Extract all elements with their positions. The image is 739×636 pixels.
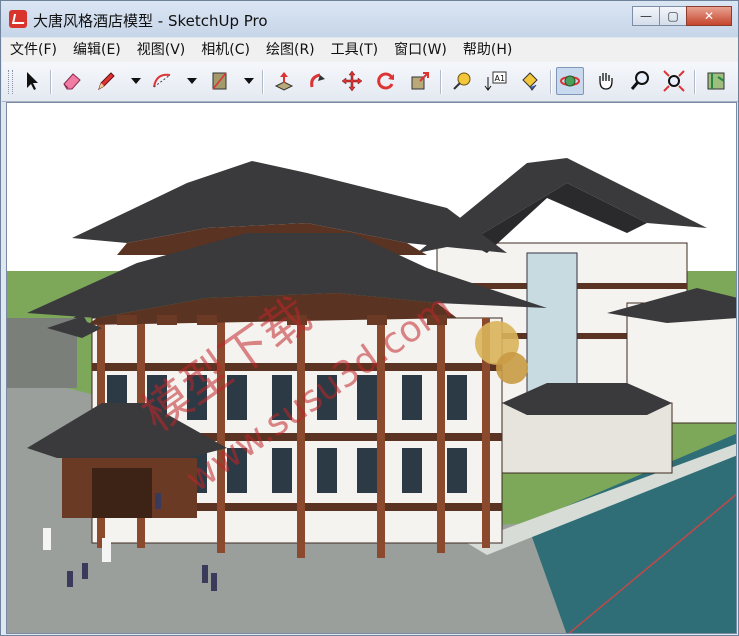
toolbar-grip[interactable] [8, 70, 13, 94]
paint-bucket-icon [522, 72, 538, 91]
toolbar-separator [694, 70, 696, 94]
window-title: 大唐风格酒店模型 - SketchUp Pro [33, 12, 268, 30]
scale-tool-button[interactable] [406, 67, 434, 95]
arrow-cursor-icon [27, 72, 38, 90]
glass-atrium [526, 252, 578, 404]
magnifier-icon [630, 71, 649, 90]
rotate-tool-button[interactable] [372, 67, 400, 95]
title-bar[interactable]: 大唐风格酒店模型 - SketchUp Pro — ▢ ✕ [1, 1, 738, 37]
sketchup-window: 大唐风格酒店模型 - SketchUp Pro — ▢ ✕ 文件(F) 编辑(E… [0, 0, 739, 636]
move-icon [341, 70, 363, 92]
rectangle-dropdown-icon[interactable] [244, 78, 254, 84]
toolbar-separator [440, 70, 442, 94]
rectangle-icon [212, 72, 227, 90]
push-pull-icon [274, 72, 294, 91]
maximize-button[interactable]: ▢ [659, 6, 687, 26]
arc-tool-button[interactable] [148, 67, 176, 95]
close-button[interactable]: ✕ [686, 6, 732, 26]
orbit-icon [560, 75, 580, 87]
components-tool-button[interactable] [702, 67, 730, 95]
paint-bucket-tool-button[interactable] [516, 67, 544, 95]
components-icon [707, 72, 725, 90]
zoom-extents-icon [663, 70, 685, 92]
menu-tools[interactable]: 工具(T) [323, 38, 386, 62]
menu-window[interactable]: 窗口(W) [386, 38, 455, 62]
model-viewport[interactable]: 模型下载 www.susu3d.com [6, 102, 737, 634]
eraser-icon [63, 73, 81, 90]
menu-help[interactable]: 帮助(H) [455, 38, 520, 62]
eraser-tool-button[interactable] [58, 67, 86, 95]
menu-view[interactable]: 视图(V) [129, 38, 194, 62]
hand-icon [599, 73, 613, 90]
zoom-extents-tool-button[interactable] [660, 67, 688, 95]
pencil-icon [98, 72, 115, 91]
tape-measure-tool-button[interactable] [448, 67, 476, 95]
move-tool-button[interactable] [338, 67, 366, 95]
zoom-tool-button[interactable] [626, 67, 654, 95]
main-toolbar: A1 [2, 62, 738, 102]
dimension-tool-button[interactable]: A1 [482, 67, 510, 95]
hotel-model-render: 模型下载 www.susu3d.com [7, 103, 736, 633]
scale-icon [411, 72, 429, 90]
menu-camera[interactable]: 相机(C) [193, 38, 258, 62]
follow-me-tool-button[interactable] [304, 67, 332, 95]
rectangle-tool-button[interactable] [206, 67, 234, 95]
arc-icon [153, 73, 171, 88]
follow-me-icon [310, 73, 325, 88]
sketchup-logo-icon [9, 10, 27, 28]
orbit-tool-button[interactable] [556, 67, 584, 95]
pan-tool-button[interactable] [592, 67, 620, 95]
minimize-button[interactable]: — [632, 6, 660, 26]
menu-file[interactable]: 文件(F) [2, 38, 65, 62]
window-controls: — ▢ ✕ [632, 6, 732, 28]
toolbar-separator [550, 70, 552, 94]
pencil-dropdown-icon[interactable] [131, 78, 141, 84]
menu-bar: 文件(F) 编辑(E) 视图(V) 相机(C) 绘图(R) 工具(T) 窗口(W… [2, 38, 738, 62]
menu-edit[interactable]: 编辑(E) [65, 38, 129, 62]
select-tool-button[interactable] [18, 67, 46, 95]
pencil-tool-button[interactable] [92, 67, 120, 95]
push-pull-tool-button[interactable] [270, 67, 298, 95]
menu-draw[interactable]: 绘图(R) [258, 38, 323, 62]
arc-dropdown-icon[interactable] [187, 78, 197, 84]
tape-measure-icon [453, 72, 471, 90]
toolbar-separator [262, 70, 264, 94]
rotate-icon [377, 72, 394, 90]
dimension-label: A1 [495, 74, 506, 83]
toolbar-separator [50, 70, 52, 94]
dimension-icon: A1 [484, 71, 507, 91]
